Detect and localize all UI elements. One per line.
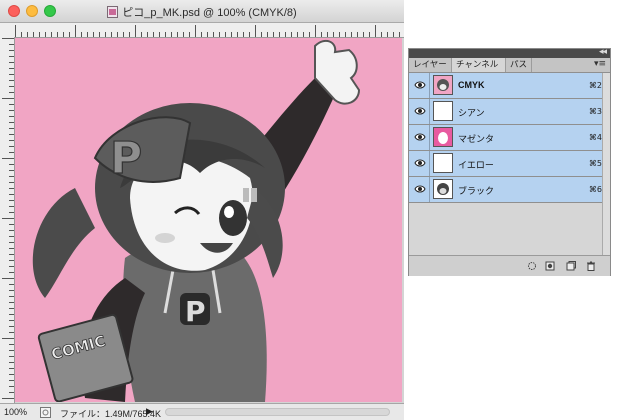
cap-letter: P xyxy=(110,133,142,184)
channel-thumbnail-black xyxy=(433,179,453,199)
channel-list-empty-area xyxy=(409,203,610,255)
channel-shortcut: ⌘3 xyxy=(588,107,602,116)
document-canvas[interactable]: P COMIC P xyxy=(15,38,402,402)
panel-scrollbar[interactable] xyxy=(602,73,610,255)
character-illustration: P COMIC P xyxy=(32,39,361,402)
row-divider xyxy=(429,177,430,202)
channel-row-cmyk[interactable]: CMYK ⌘2 xyxy=(409,73,610,99)
panel-header[interactable]: ◂◂ xyxy=(409,47,610,58)
row-divider xyxy=(429,125,430,150)
vertical-ruler[interactable] xyxy=(0,37,15,403)
tab-channels[interactable]: チャンネル xyxy=(452,58,506,72)
horizontal-scrollbar[interactable] xyxy=(165,408,390,416)
status-bar: 100% ファイル：1.49M/765.4K ▶ xyxy=(0,403,404,420)
save-selection-as-channel-icon[interactable] xyxy=(545,261,555,271)
channel-thumbnail-cyan xyxy=(433,101,453,121)
channel-thumbnail-yellow xyxy=(433,153,453,173)
channel-row-yellow[interactable]: イエロー ⌘5 xyxy=(409,151,610,177)
channel-thumbnail-magenta xyxy=(433,127,453,147)
channels-panel: ◂◂ レイヤー チャンネル パス ▾≡ CMYK ⌘2 シアン ⌘3 マゼンタ … xyxy=(408,47,611,276)
new-channel-icon[interactable] xyxy=(566,261,576,271)
channel-shortcut: ⌘5 xyxy=(588,159,602,168)
channel-name: イエロー xyxy=(458,161,494,171)
channel-shortcut: ⌘4 xyxy=(588,133,602,142)
document-window: ピコ_p_MK.psd @ 100% (CMYK/8) P COMIC P 10… xyxy=(0,0,404,420)
channel-name: マゼンタ xyxy=(458,135,495,145)
trash-icon[interactable] xyxy=(586,261,596,271)
panel-tab-bar: レイヤー チャンネル パス ▾≡ xyxy=(409,58,610,73)
psd-file-icon xyxy=(107,6,119,18)
tab-paths[interactable]: パス xyxy=(506,58,532,72)
visibility-eye-icon[interactable] xyxy=(414,184,426,194)
channel-shortcut: ⌘6 xyxy=(588,185,602,194)
status-icon[interactable] xyxy=(40,407,51,418)
channel-name: ブラック xyxy=(458,187,495,197)
channel-row-magenta[interactable]: マゼンタ ⌘4 xyxy=(409,125,610,151)
visibility-eye-icon[interactable] xyxy=(414,106,426,116)
status-menu-arrow-icon[interactable]: ▶ xyxy=(146,406,153,417)
channel-thumbnail-cmyk xyxy=(433,75,453,95)
row-divider xyxy=(429,151,430,176)
panel-footer xyxy=(409,255,610,276)
collapse-panel-icon[interactable]: ◂◂ xyxy=(599,47,607,57)
channel-name: CMYK xyxy=(458,80,485,90)
visibility-eye-icon[interactable] xyxy=(414,158,426,168)
zoom-field[interactable]: 100% xyxy=(4,407,27,417)
document-title: ピコ_p_MK.psd @ 100% (CMYK/8) xyxy=(122,7,297,19)
visibility-eye-icon[interactable] xyxy=(414,132,426,142)
load-selection-icon[interactable] xyxy=(527,261,537,271)
visibility-eye-icon[interactable] xyxy=(414,80,426,90)
window-title: ピコ_p_MK.psd @ 100% (CMYK/8) xyxy=(0,4,404,20)
channel-list: CMYK ⌘2 シアン ⌘3 マゼンタ ⌘4 イエロー ⌘5 ブラック ⌘6 xyxy=(409,73,610,203)
panel-menu-icon[interactable]: ▾≡ xyxy=(594,59,606,69)
channel-shortcut: ⌘2 xyxy=(588,81,602,90)
horizontal-ruler[interactable] xyxy=(0,23,404,38)
row-divider xyxy=(429,99,430,124)
channel-name: シアン xyxy=(458,109,485,119)
channel-row-black[interactable]: ブラック ⌘6 xyxy=(409,177,610,203)
row-divider xyxy=(429,73,430,98)
shirt-letter: P xyxy=(185,295,206,328)
title-bar[interactable]: ピコ_p_MK.psd @ 100% (CMYK/8) xyxy=(0,0,404,23)
channel-row-cyan[interactable]: シアン ⌘3 xyxy=(409,99,610,125)
tab-layers[interactable]: レイヤー xyxy=(409,58,452,72)
